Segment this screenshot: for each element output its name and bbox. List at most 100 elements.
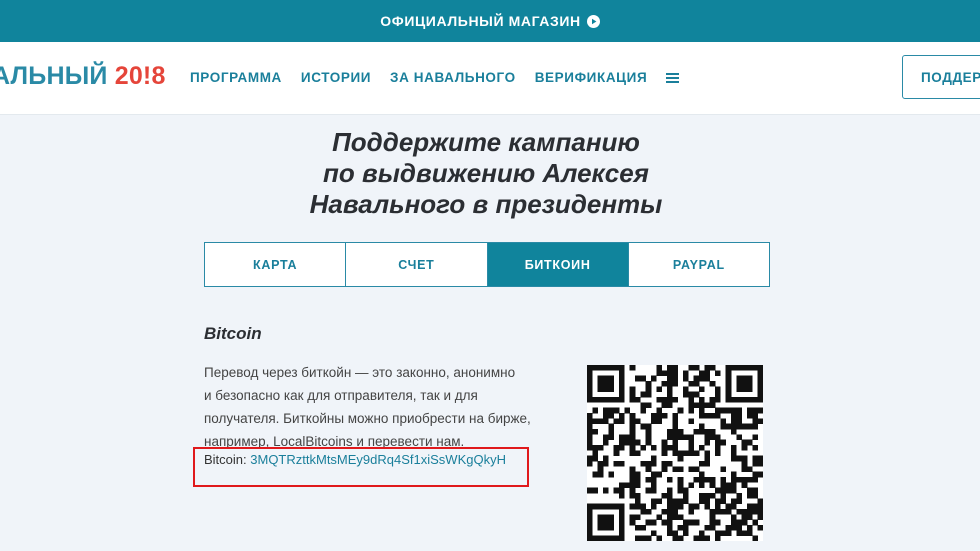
- qr-module: [619, 365, 625, 371]
- qr-module: [667, 397, 673, 403]
- qr-module: [736, 519, 742, 526]
- qr-module: [613, 535, 620, 542]
- qr-module: [747, 525, 753, 531]
- qr-module: [757, 455, 764, 462]
- nav-verification[interactable]: ВЕРИФИКАЦИЯ: [535, 70, 648, 85]
- qr-module: [747, 503, 753, 510]
- qr-module: [688, 402, 694, 408]
- qr-module: [619, 461, 625, 467]
- qr-module: [757, 525, 764, 531]
- nav-program[interactable]: ПРОГРАММА: [190, 70, 282, 85]
- qr-module: [635, 418, 641, 424]
- qr-module: [736, 423, 742, 430]
- qr-module: [720, 418, 726, 424]
- qr-module: [709, 365, 716, 371]
- qr-module: [752, 397, 758, 403]
- qr-module: [656, 471, 662, 478]
- qr-module: [720, 530, 726, 536]
- qr-module: [699, 429, 705, 435]
- qr-module: [667, 429, 673, 435]
- bitcoin-section-title: Bitcoin: [204, 324, 262, 343]
- qr-module: [747, 509, 753, 515]
- tab-account[interactable]: СЧЕТ: [346, 243, 488, 286]
- qr-module: [725, 391, 732, 398]
- qr-module: [704, 439, 710, 446]
- nav-stories[interactable]: ИСТОРИИ: [301, 70, 371, 85]
- qr-module: [597, 418, 604, 424]
- qr-module: [635, 439, 641, 446]
- qr-module: [736, 375, 742, 382]
- qr-module: [645, 429, 652, 435]
- qr-module: [629, 397, 636, 403]
- tab-paypal[interactable]: PAYPAL: [629, 243, 769, 286]
- qr-module: [725, 370, 732, 376]
- official-shop-link[interactable]: ОФИЦИАЛЬНЫЙ МАГАЗИН: [380, 13, 600, 29]
- qr-module: [693, 519, 700, 526]
- qr-module: [709, 525, 716, 531]
- qr-module: [587, 391, 593, 398]
- qr-module: [731, 498, 737, 504]
- qr-module: [741, 381, 748, 387]
- qr-module: [667, 461, 673, 467]
- qr-module: [715, 535, 721, 542]
- qr-module: [656, 498, 662, 504]
- qr-module: [640, 525, 646, 531]
- qr-module: [741, 477, 748, 483]
- tab-card[interactable]: КАРТА: [205, 243, 347, 286]
- qr-module: [731, 514, 737, 520]
- qr-module: [752, 509, 758, 515]
- qr-module: [688, 509, 694, 515]
- tab-bitcoin[interactable]: БИТКОИН: [487, 243, 629, 286]
- qr-module: [704, 450, 710, 456]
- qr-module: [693, 466, 700, 472]
- qr-module: [672, 418, 678, 424]
- qr-module: [736, 365, 742, 371]
- qr-module: [640, 402, 646, 408]
- logo-year: 20!8: [114, 62, 166, 90]
- qr-module: [656, 535, 662, 542]
- qr-module: [667, 530, 673, 536]
- page-title-line: Поддержите кампанию: [332, 127, 640, 157]
- qr-module: [693, 402, 700, 408]
- hamburger-icon[interactable]: [666, 72, 680, 83]
- qr-module: [693, 381, 700, 387]
- qr-module: [683, 450, 689, 456]
- qr-module: [741, 375, 748, 382]
- qr-module: [592, 455, 598, 462]
- qr-module: [587, 455, 593, 462]
- qr-module: [619, 375, 625, 382]
- qr-module: [736, 509, 742, 515]
- support-button[interactable]: ПОДДЕР: [902, 55, 980, 99]
- qr-module: [672, 439, 678, 446]
- description-line: Перевод через биткойн — это законно, ано…: [204, 365, 516, 380]
- qr-module: [592, 365, 598, 371]
- qr-module: [629, 503, 636, 510]
- qr-module: [629, 386, 636, 392]
- qr-module: [699, 493, 705, 499]
- qr-module: [747, 397, 753, 403]
- qr-module: [683, 530, 689, 536]
- nav-for-navalny[interactable]: ЗА НАВАЛЬНОГО: [390, 70, 516, 85]
- qr-module: [757, 514, 764, 520]
- qr-module: [677, 407, 684, 414]
- qr-module: [667, 514, 673, 520]
- qr-module: [619, 509, 625, 515]
- qr-module: [629, 365, 636, 371]
- qr-module: [747, 365, 753, 371]
- qr-module: [656, 514, 662, 520]
- qr-module: [704, 498, 710, 504]
- logo[interactable]: АЛЬНЫЙ 20!8: [0, 62, 166, 91]
- qr-module: [715, 397, 721, 403]
- qr-module: [736, 413, 742, 419]
- qr-module: [629, 391, 636, 398]
- qr-module: [608, 525, 614, 531]
- qr-module: [640, 509, 646, 515]
- qr-module: [587, 434, 593, 440]
- qr-module: [656, 370, 662, 376]
- qr-module: [672, 445, 678, 451]
- qr-module: [725, 530, 732, 536]
- qr-module: [752, 365, 758, 371]
- qr-module: [587, 418, 593, 424]
- qr-module: [699, 375, 705, 382]
- qr-module: [629, 466, 636, 472]
